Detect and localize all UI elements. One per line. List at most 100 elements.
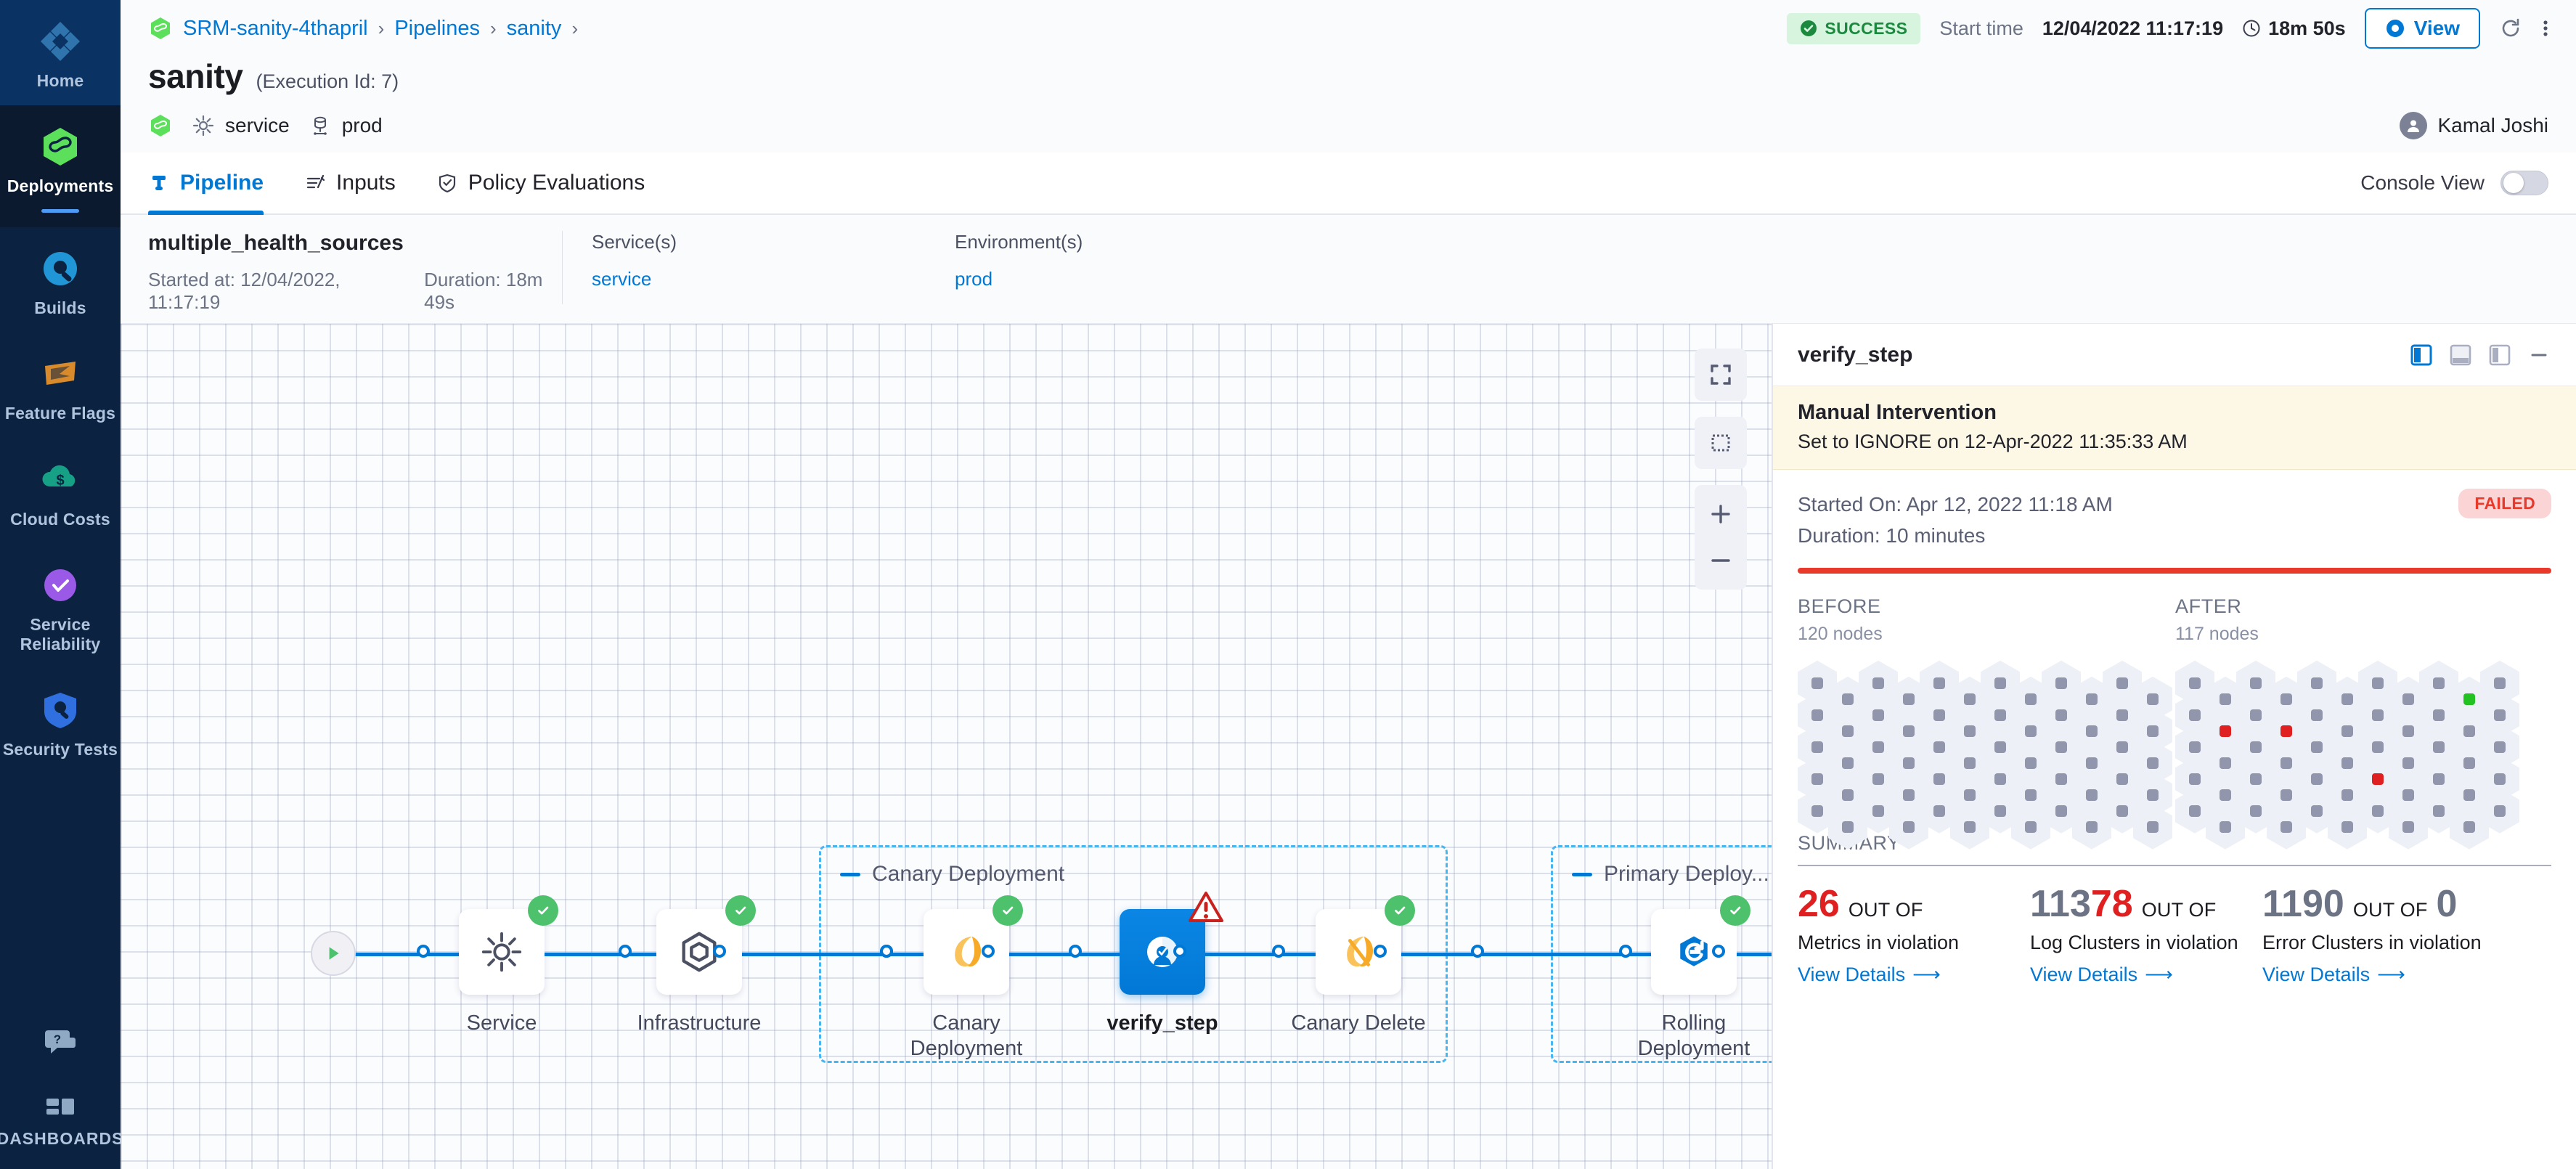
sidebar-item-security-tests[interactable]: Security Tests xyxy=(0,669,121,774)
sidebar-item-deployments[interactable]: Deployments xyxy=(0,105,121,227)
service-reliability-icon xyxy=(38,563,83,608)
before-label: BEFORE xyxy=(1798,595,2175,618)
kebab-menu-icon[interactable] xyxy=(2541,17,2550,40)
minimize-icon[interactable] xyxy=(2527,343,2551,367)
node-label: Rolling Deployment xyxy=(1618,1011,1770,1062)
node-verify-step[interactable]: verify_step xyxy=(1086,909,1239,1036)
pipeline-canvas[interactable]: Canary Deployment Primary Deploy... xyxy=(121,324,1772,1169)
hex-node-dot xyxy=(2116,741,2128,753)
zoom-out-button[interactable] xyxy=(1708,538,1733,583)
svg-text:$: $ xyxy=(56,473,64,489)
plus-icon xyxy=(1708,502,1733,526)
service-chip-label: service xyxy=(225,114,290,137)
sidebar-item-feature-flags[interactable]: Feature Flags xyxy=(0,333,121,438)
node-service[interactable]: Service xyxy=(425,909,578,1036)
hex-node-dot xyxy=(2086,789,2098,801)
refresh-icon[interactable] xyxy=(2499,17,2522,40)
before-hex-grid[interactable] xyxy=(1798,661,2175,813)
hex-node-dot xyxy=(2189,677,2201,689)
after-hex-grid[interactable] xyxy=(2175,661,2553,813)
gear-icon xyxy=(192,114,215,137)
project-icon xyxy=(148,16,173,41)
node-infrastructure[interactable]: Infrastructure xyxy=(623,909,775,1036)
sidebar-item-home[interactable]: Home xyxy=(0,0,121,105)
fit-to-screen-button[interactable] xyxy=(1695,417,1747,469)
node-box[interactable] xyxy=(656,909,742,995)
node-label: Service xyxy=(425,1011,578,1036)
console-view-label: Console View xyxy=(2360,171,2485,195)
canvas-controls xyxy=(1695,349,1747,590)
hex-node-dot xyxy=(2433,773,2445,785)
pipeline-start-node[interactable] xyxy=(311,931,356,976)
console-view-toggle[interactable] xyxy=(2500,171,2548,195)
environments-column: Environment(s) prod xyxy=(955,231,1318,290)
tab-pipeline[interactable]: Pipeline xyxy=(148,152,284,213)
node-box[interactable] xyxy=(924,909,1009,995)
collapse-dash-icon[interactable] xyxy=(840,873,860,876)
svg-text:?: ? xyxy=(54,1032,61,1046)
expand-fullscreen-button[interactable] xyxy=(1695,349,1747,401)
view-button[interactable]: View xyxy=(2365,8,2480,49)
node-canary-deployment[interactable]: Canary Deployment xyxy=(890,909,1043,1062)
sidebar-item-builds[interactable]: Builds xyxy=(0,227,121,333)
hex-node-dot xyxy=(2220,789,2231,801)
metric-description: Metrics in violation xyxy=(1798,930,2014,956)
breadcrumb-separator: › xyxy=(571,17,578,40)
app-root: Home Deployments Builds xyxy=(0,0,2576,1169)
zoom-controls xyxy=(1695,485,1747,590)
view-details-label: View Details xyxy=(1798,964,1905,986)
workspace: Canary Deployment Primary Deploy... xyxy=(121,324,2576,1169)
zoom-in-button[interactable] xyxy=(1708,492,1733,537)
collapse-dash-icon[interactable] xyxy=(1572,873,1592,876)
sidebar-item-label: Feature Flags xyxy=(5,404,115,423)
breadcrumb-pipelines[interactable]: Pipelines xyxy=(394,17,480,41)
metric-value: 78 xyxy=(2091,885,2133,923)
services-value[interactable]: service xyxy=(592,268,955,290)
node-box[interactable] xyxy=(1120,909,1205,995)
node-box[interactable] xyxy=(459,909,545,995)
environment-chip: prod xyxy=(309,114,383,137)
hex-node-dot xyxy=(2189,773,2201,785)
edge-port xyxy=(880,945,893,958)
edge-port xyxy=(982,945,995,958)
breadcrumb-pipeline-name[interactable]: sanity xyxy=(507,17,562,41)
main-area: SRM-sanity-4thapril › Pipelines › sanity… xyxy=(121,0,2576,1169)
tab-policy-evaluations[interactable]: Policy Evaluations xyxy=(436,152,665,213)
hex-node-dot xyxy=(2341,725,2353,737)
sidebar-bottom: ? DASHBOARDS xyxy=(0,1000,121,1169)
status-success-badge xyxy=(993,895,1023,926)
panel-left-layout-icon[interactable] xyxy=(2409,343,2434,367)
sidebar-item-cloud-costs[interactable]: $ Cloud Costs xyxy=(0,439,121,544)
hex-node-dot xyxy=(2311,677,2323,689)
panel-right-layout-icon[interactable] xyxy=(2487,343,2512,367)
breadcrumb-project[interactable]: SRM-sanity-4thapril xyxy=(183,17,368,41)
hex-node-dot xyxy=(2116,709,2128,721)
panel-bottom-layout-icon[interactable] xyxy=(2448,343,2473,367)
metric-numbers: 26 OUT OF xyxy=(1798,885,2014,923)
status-success-badge xyxy=(1720,895,1750,926)
sidebar-item-label: Home xyxy=(37,71,84,91)
before-node-count: 120 nodes xyxy=(1798,624,2175,645)
hex-node-dot xyxy=(2372,805,2384,817)
step-run-meta: Started On: Apr 12, 2022 11:18 AM Durati… xyxy=(1798,489,2551,552)
hex-node-dot xyxy=(1842,821,1854,833)
environments-value[interactable]: prod xyxy=(955,268,1318,290)
view-details-link[interactable]: View Details ⟶ xyxy=(2262,964,2405,986)
node-rolling-deployment[interactable]: Rolling Deployment xyxy=(1618,909,1770,1062)
user-menu[interactable]: Kamal Joshi xyxy=(2400,112,2548,139)
help-chat-button[interactable]: ? xyxy=(0,1000,121,1093)
view-details-link[interactable]: View Details ⟶ xyxy=(2030,964,2173,986)
status-success-badge xyxy=(528,895,558,926)
dotted-square-icon xyxy=(1708,431,1733,455)
tab-inputs[interactable]: Inputs xyxy=(304,152,416,213)
sidebar-item-label: Cloud Costs xyxy=(10,510,110,529)
sidebar-item-dashboards[interactable]: DASHBOARDS xyxy=(0,1093,121,1149)
sidebar-item-service-reliability[interactable]: Service Reliability xyxy=(0,544,121,669)
hex-node-dot xyxy=(1872,741,1884,753)
view-details-link[interactable]: View Details ⟶ xyxy=(1798,964,1941,986)
node-canary-delete[interactable]: Canary Delete xyxy=(1282,909,1435,1036)
hex-node-dot xyxy=(1994,709,2006,721)
node-box[interactable] xyxy=(1316,909,1401,995)
sidebar-item-label: Service Reliability xyxy=(0,615,121,654)
arrow-right-icon: ⟶ xyxy=(2145,964,2173,986)
